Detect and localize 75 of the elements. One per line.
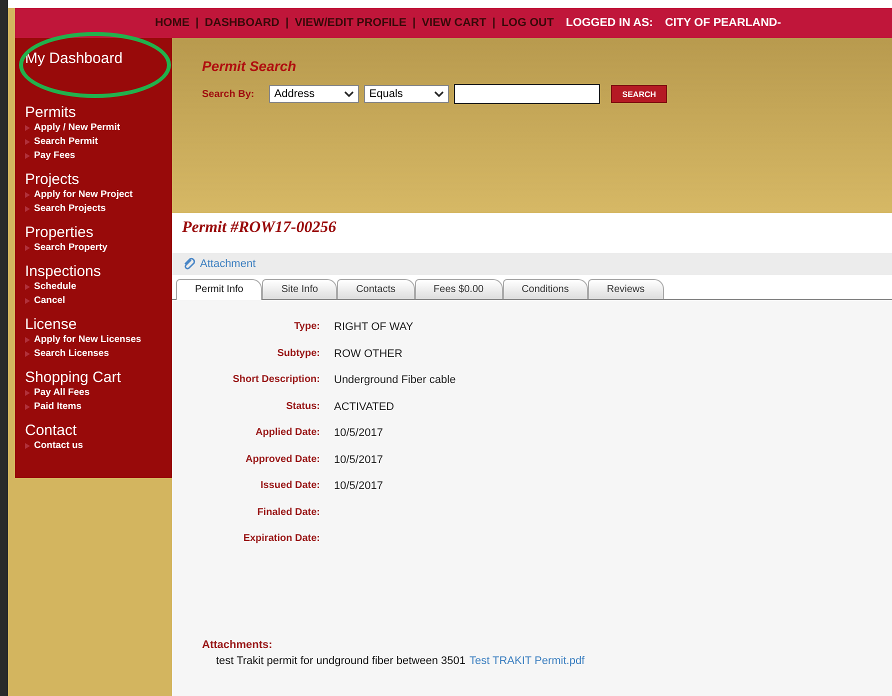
- sidebar-heading: License: [25, 316, 78, 333]
- tab[interactable]: Conditions: [502, 279, 588, 299]
- logged-in-label: LOGGED IN AS:: [566, 17, 653, 29]
- field-label: Expiration Date:: [242, 532, 320, 546]
- bullet-arrow-icon: [25, 206, 30, 212]
- field-dropdown[interactable]: Address: [269, 85, 360, 103]
- sidebar-link[interactable]: Search Permit: [34, 135, 98, 149]
- bullet-arrow-icon: [25, 337, 30, 343]
- sidebar-link[interactable]: Contact us: [34, 439, 84, 453]
- bullet-arrow-icon: [25, 404, 30, 410]
- sidebar-link[interactable]: Apply for New Licenses: [34, 333, 142, 347]
- sidebar-link[interactable]: Pay Fees: [34, 149, 76, 163]
- field-label: Type:: [293, 320, 320, 334]
- logged-in-user: CITY OF PEARLAND-: [664, 17, 782, 29]
- nav-separator: |: [412, 17, 416, 29]
- bullet-arrow-icon: [25, 284, 30, 290]
- attachment-link[interactable]: Attachment: [200, 258, 256, 270]
- field-value: ACTIVATED: [334, 400, 396, 414]
- chevron-down-icon: [434, 91, 444, 97]
- bullet-arrow-icon: [25, 298, 30, 304]
- field-label: Applied Date:: [254, 426, 320, 440]
- field-label: Short Description:: [232, 373, 320, 387]
- bullet-arrow-icon: [25, 125, 30, 131]
- sidebar-link[interactable]: Pay All Fees: [34, 386, 90, 400]
- field-value: 10/5/2017: [334, 479, 384, 494]
- sidebar-link[interactable]: Search Projects: [34, 202, 106, 216]
- bullet-arrow-icon: [25, 153, 30, 159]
- sidebar-link[interactable]: Search Property: [34, 241, 108, 255]
- sidebar-heading: Permits: [25, 104, 77, 121]
- field-label: Issued Date:: [260, 479, 320, 493]
- section-title: Permit Search: [202, 58, 298, 74]
- field-label: Approved Date:: [244, 452, 320, 466]
- bullet-arrow-icon: [25, 390, 30, 396]
- paperclip-icon: [182, 257, 196, 271]
- sidebar-heading: Contact: [25, 422, 78, 439]
- field-value: RIGHT OF WAY: [334, 320, 414, 334]
- sidebar-heading: Inspections: [25, 263, 102, 280]
- tab[interactable]: Permit Info: [176, 279, 262, 300]
- sidebar-link[interactable]: Apply / New Permit: [34, 121, 120, 135]
- bullet-arrow-icon: [25, 245, 30, 251]
- bullet-arrow-icon: [25, 351, 30, 357]
- field-value: Underground Fiber cable: [334, 373, 457, 388]
- operator-dropdown[interactable]: Equals: [364, 85, 450, 103]
- search-input[interactable]: [454, 84, 600, 104]
- sidebar-heading: Shopping Cart: [25, 369, 122, 386]
- attachment-description: test Trakit permit for undground fiber between 3501: [216, 654, 466, 666]
- sidebar-heading: Properties: [25, 224, 94, 241]
- nav-separator: |: [285, 17, 289, 29]
- search-by-label: Search By:: [202, 88, 254, 100]
- sidebar-link[interactable]: Cancel: [34, 294, 66, 308]
- attachments-label: Attachments:: [202, 638, 274, 650]
- chevron-down-icon: [344, 91, 354, 97]
- tab[interactable]: Reviews: [588, 279, 664, 299]
- field-label: Status:: [285, 400, 320, 414]
- bullet-arrow-icon: [25, 443, 30, 449]
- tab[interactable]: Fees $0.00: [414, 279, 503, 299]
- tab[interactable]: Contacts: [337, 279, 415, 299]
- field-value: 10/5/2017: [334, 426, 384, 440]
- sidebar-link[interactable]: Paid Items: [34, 400, 82, 414]
- search-button[interactable]: SEARCH: [611, 85, 668, 103]
- bullet-arrow-icon: [25, 192, 30, 198]
- field-value: 10/5/2017: [334, 452, 384, 467]
- tab[interactable]: Site Info: [262, 279, 338, 299]
- sidebar-heading: Projects: [25, 171, 80, 188]
- nav-separator: |: [196, 17, 199, 29]
- sidebar-link[interactable]: Schedule: [34, 280, 76, 294]
- sidebar-link[interactable]: Search Licenses: [34, 347, 109, 361]
- field-value: ROW OTHER: [334, 346, 404, 361]
- field-label: Finaled Date:: [256, 506, 320, 520]
- sidebar-link[interactable]: Apply for New Project: [34, 188, 133, 202]
- field-label: Subtype:: [276, 346, 320, 360]
- nav-separator: |: [492, 17, 496, 29]
- permit-title: Permit #ROW17-00256: [172, 213, 892, 253]
- bullet-arrow-icon: [25, 139, 30, 145]
- attachment-file-link[interactable]: Test TRAKIT Permit.pdf: [469, 654, 585, 666]
